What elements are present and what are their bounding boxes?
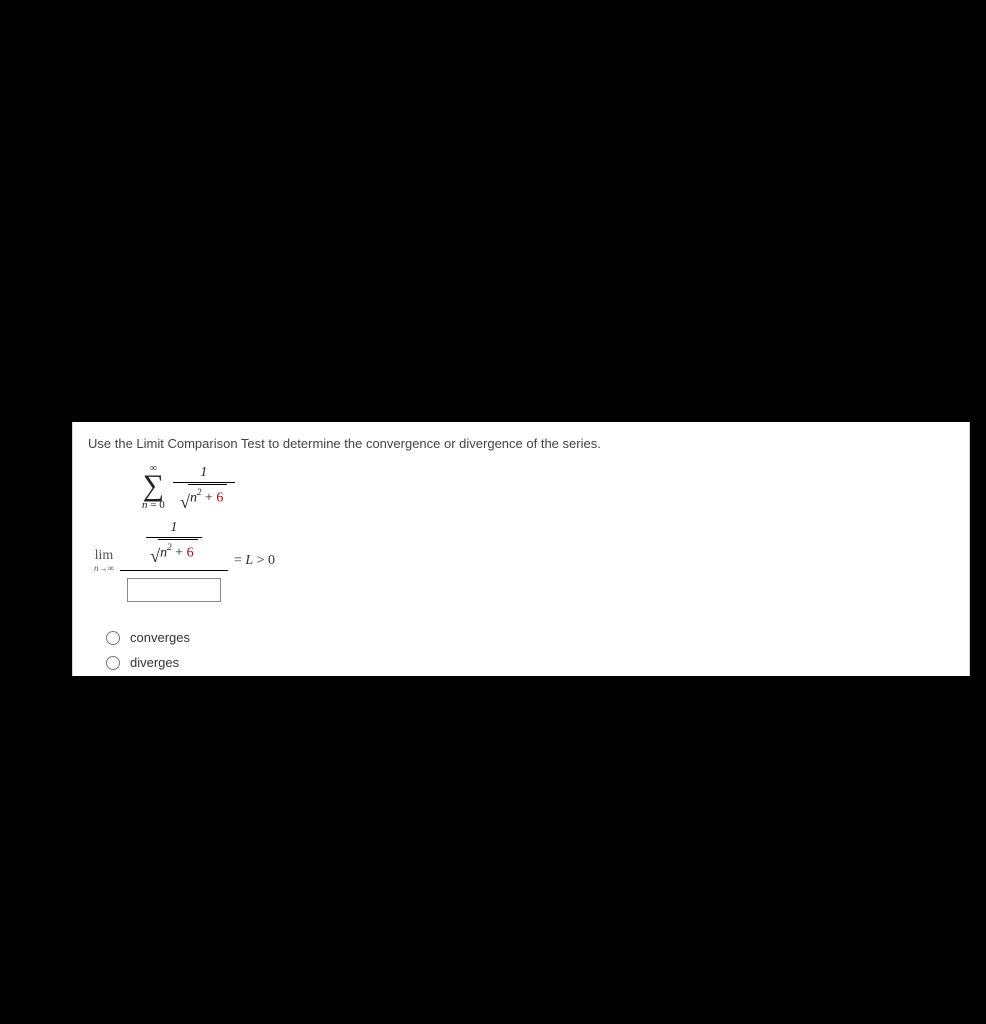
sigma-lower-bound: n = 0	[142, 499, 165, 511]
lim-text: lim	[95, 548, 114, 564]
fraction-numerator: 1	[198, 465, 209, 482]
inner-sqrt: √ n2 + 6	[150, 539, 197, 562]
series-term-fraction: 1 √ n2 + 6	[173, 465, 235, 512]
limit-result: = L > 0	[234, 553, 275, 569]
option-diverges[interactable]: diverges	[106, 655, 954, 670]
big-fraction-bar	[120, 570, 228, 571]
answer-options: converges diverges	[106, 630, 954, 670]
inner-denominator: √ n2 + 6	[148, 538, 199, 567]
limit-denominator	[127, 575, 221, 602]
limit-operator: lim n→∞	[94, 548, 114, 573]
question-content: Use the Limit Comparison Test to determi…	[73, 422, 969, 670]
limit-expression: lim n→∞ 1 √ n2 + 6	[94, 520, 954, 603]
option-label: diverges	[130, 655, 179, 670]
radical-icon: √	[180, 496, 190, 508]
option-converges[interactable]: converges	[106, 630, 954, 645]
limit-numerator: 1 √ n2 + 6	[146, 520, 202, 567]
limit-fraction: 1 √ n2 + 6	[120, 520, 228, 603]
question-card: Use the Limit Comparison Test to determi…	[72, 422, 970, 676]
question-prompt: Use the Limit Comparison Test to determi…	[88, 436, 954, 451]
inner-radicand: n2 + 6	[158, 539, 197, 562]
inner-fraction: 1 √ n2 + 6	[146, 520, 202, 567]
sigma-symbol: ∞ ∑ n = 0	[142, 465, 165, 511]
sigma-glyph: ∑	[143, 473, 164, 499]
lim-subscript: n→∞	[94, 564, 114, 573]
inner-numerator: 1	[168, 520, 179, 537]
series-expression: ∞ ∑ n = 0 1 √ n2 + 6	[142, 465, 954, 512]
radical-icon: √	[150, 550, 160, 562]
option-label: converges	[130, 630, 190, 645]
comparison-series-input[interactable]	[127, 578, 221, 602]
radicand: n2 + 6	[188, 484, 227, 507]
radio-icon	[106, 631, 120, 645]
fraction-denominator: √ n2 + 6	[178, 483, 229, 512]
sqrt-expression: √ n2 + 6	[180, 484, 227, 507]
radio-icon	[106, 656, 120, 670]
